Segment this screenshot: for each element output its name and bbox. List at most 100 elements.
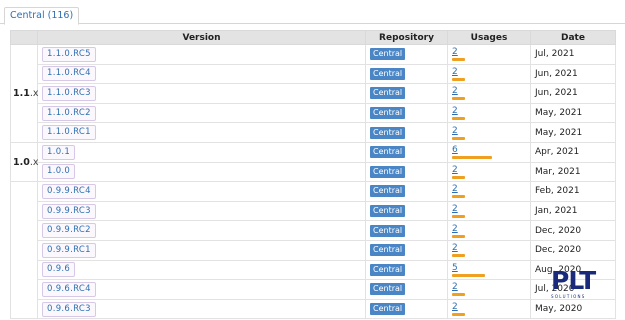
usages-link[interactable]: 2 bbox=[452, 106, 458, 116]
date-cell: Dec, 2020 bbox=[530, 220, 616, 241]
table-row: 1.1.0.RC1 Central 2 May, 2021 bbox=[11, 122, 616, 143]
usages-link[interactable]: 2 bbox=[452, 126, 458, 136]
usages-link[interactable]: 5 bbox=[452, 263, 458, 273]
repository-cell: Central bbox=[365, 44, 448, 65]
usages-cell: 2 bbox=[447, 102, 531, 124]
repository-cell: Central bbox=[365, 141, 448, 163]
version-link[interactable]: 0.9.6.RC4 bbox=[42, 281, 96, 297]
version-link[interactable]: 0.9.9.RC1 bbox=[42, 242, 96, 258]
usage-bar bbox=[452, 293, 465, 297]
repository-cell: Central bbox=[365, 63, 448, 85]
usages-cell: 2 bbox=[447, 220, 531, 241]
usages-link[interactable]: 2 bbox=[452, 184, 458, 194]
usages-link[interactable]: 2 bbox=[452, 302, 458, 312]
version-link[interactable]: 0.9.9.RC2 bbox=[42, 223, 96, 239]
repository-badge[interactable]: Central bbox=[370, 303, 406, 316]
usage-indicator: 2 bbox=[452, 202, 526, 220]
version-link[interactable]: 0.9.6.RC3 bbox=[42, 301, 96, 317]
version-link[interactable]: 1.1.0.RC4 bbox=[42, 66, 96, 82]
repository-badge[interactable]: Central bbox=[370, 283, 406, 296]
version-group-label: 1.0.x bbox=[10, 141, 39, 183]
header-repository[interactable]: Repository bbox=[365, 30, 448, 45]
repository-badge[interactable]: Central bbox=[370, 48, 406, 61]
usage-indicator: 6 bbox=[452, 143, 526, 161]
usage-indicator: 2 bbox=[452, 241, 526, 259]
usage-indicator: 2 bbox=[452, 182, 526, 200]
repository-cell: Central bbox=[365, 200, 448, 222]
usage-bar bbox=[452, 195, 465, 199]
usages-link[interactable]: 2 bbox=[452, 224, 458, 234]
repository-cell: Central bbox=[365, 259, 448, 281]
version-link[interactable]: 1.1.0.RC5 bbox=[42, 46, 96, 62]
version-link[interactable]: 0.9.9.RC4 bbox=[42, 183, 96, 199]
usages-link[interactable]: 2 bbox=[452, 165, 458, 175]
repository-badge[interactable]: Central bbox=[370, 263, 406, 276]
usages-cell: 2 bbox=[447, 63, 531, 85]
repository-badge[interactable]: Central bbox=[370, 146, 406, 159]
repository-badge[interactable]: Central bbox=[370, 224, 406, 237]
date-cell: Jul, 2021 bbox=[530, 44, 616, 65]
repository-badge[interactable]: Central bbox=[370, 126, 406, 139]
table-row: 1.0.x 1.0.1 Central 6 Apr, 2021 bbox=[10, 141, 616, 183]
version-group-label bbox=[10, 181, 38, 320]
header-date[interactable]: Date bbox=[530, 30, 616, 45]
usage-bar bbox=[452, 136, 465, 140]
usage-bar bbox=[452, 215, 465, 219]
usage-indicator: 2 bbox=[452, 222, 526, 240]
usages-link[interactable]: 2 bbox=[452, 282, 458, 292]
version-cell: 1.1.0.RC1 bbox=[37, 122, 366, 143]
usage-bar bbox=[452, 156, 492, 160]
usage-indicator: 2 bbox=[452, 45, 526, 63]
usages-link[interactable]: 2 bbox=[452, 86, 458, 96]
version-cell: 1.1.0.RC2 bbox=[37, 102, 366, 124]
version-cell: 0.9.6.RC3 bbox=[37, 298, 366, 320]
version-link[interactable]: 1.0.1 bbox=[42, 144, 76, 160]
header-version[interactable]: Version bbox=[37, 30, 366, 45]
usages-link[interactable]: 6 bbox=[452, 145, 458, 155]
repository-cell: Central bbox=[365, 102, 448, 124]
version-link[interactable]: 1.1.0.RC3 bbox=[42, 85, 96, 101]
plt-solutions-logo: PLT SOLUTIONS bbox=[551, 268, 603, 302]
repository-badge[interactable]: Central bbox=[370, 244, 406, 257]
repository-badge[interactable]: Central bbox=[370, 165, 406, 178]
version-link[interactable]: 1.1.0.RC2 bbox=[42, 105, 96, 121]
version-cell: 0.9.6 bbox=[37, 259, 366, 281]
version-cell: 1.1.0.RC3 bbox=[37, 83, 366, 104]
repository-badge[interactable]: Central bbox=[370, 107, 406, 120]
table-row: 0.9.9.RC2 Central 2 Dec, 2020 bbox=[11, 220, 616, 241]
repository-badge[interactable]: Central bbox=[370, 205, 406, 218]
repository-badge[interactable]: Central bbox=[370, 87, 406, 100]
version-link[interactable]: 1.0.0 bbox=[42, 164, 76, 180]
repository-badge[interactable]: Central bbox=[370, 185, 406, 198]
table-row: 1.0.0 Central 2 Mar, 2021 bbox=[11, 161, 616, 183]
group-major: 1.1 bbox=[13, 87, 30, 99]
usages-link[interactable]: 2 bbox=[452, 204, 458, 214]
date-cell: Mar, 2021 bbox=[530, 161, 616, 183]
version-link[interactable]: 0.9.9.RC3 bbox=[42, 203, 96, 219]
version-link[interactable]: 1.1.0.RC1 bbox=[42, 125, 96, 141]
repository-badge[interactable]: Central bbox=[370, 67, 406, 80]
tab-divider bbox=[0, 23, 625, 24]
version-cell: 0.9.9.RC2 bbox=[37, 220, 366, 241]
version-link[interactable]: 0.9.6 bbox=[42, 262, 76, 278]
header-usages[interactable]: Usages bbox=[447, 30, 531, 45]
logo-text: PLT bbox=[551, 266, 596, 295]
date-cell: Feb, 2021 bbox=[530, 181, 616, 202]
version-cell: 0.9.6.RC4 bbox=[37, 279, 366, 300]
usages-link[interactable]: 2 bbox=[452, 47, 458, 57]
group-suffix: .x bbox=[29, 87, 39, 99]
version-group-label: 1.1.x bbox=[10, 44, 39, 143]
tab-central[interactable]: Central (116) bbox=[4, 7, 80, 25]
usage-indicator: 2 bbox=[452, 280, 526, 298]
date-cell: Dec, 2020 bbox=[530, 239, 616, 261]
usage-bar bbox=[452, 175, 465, 179]
table-row: 0.9.6.RC4 Central 2 Jul, 2020 bbox=[11, 279, 616, 300]
usages-link[interactable]: 2 bbox=[452, 243, 458, 253]
usages-cell: 2 bbox=[447, 181, 531, 202]
usages-cell: 2 bbox=[447, 122, 531, 143]
usages-cell: 2 bbox=[447, 161, 531, 183]
usages-cell: 2 bbox=[447, 44, 531, 65]
table-row: 1.1.0.RC2 Central 2 May, 2021 bbox=[11, 102, 616, 124]
usages-link[interactable]: 2 bbox=[452, 67, 458, 77]
usage-bar bbox=[452, 97, 465, 101]
